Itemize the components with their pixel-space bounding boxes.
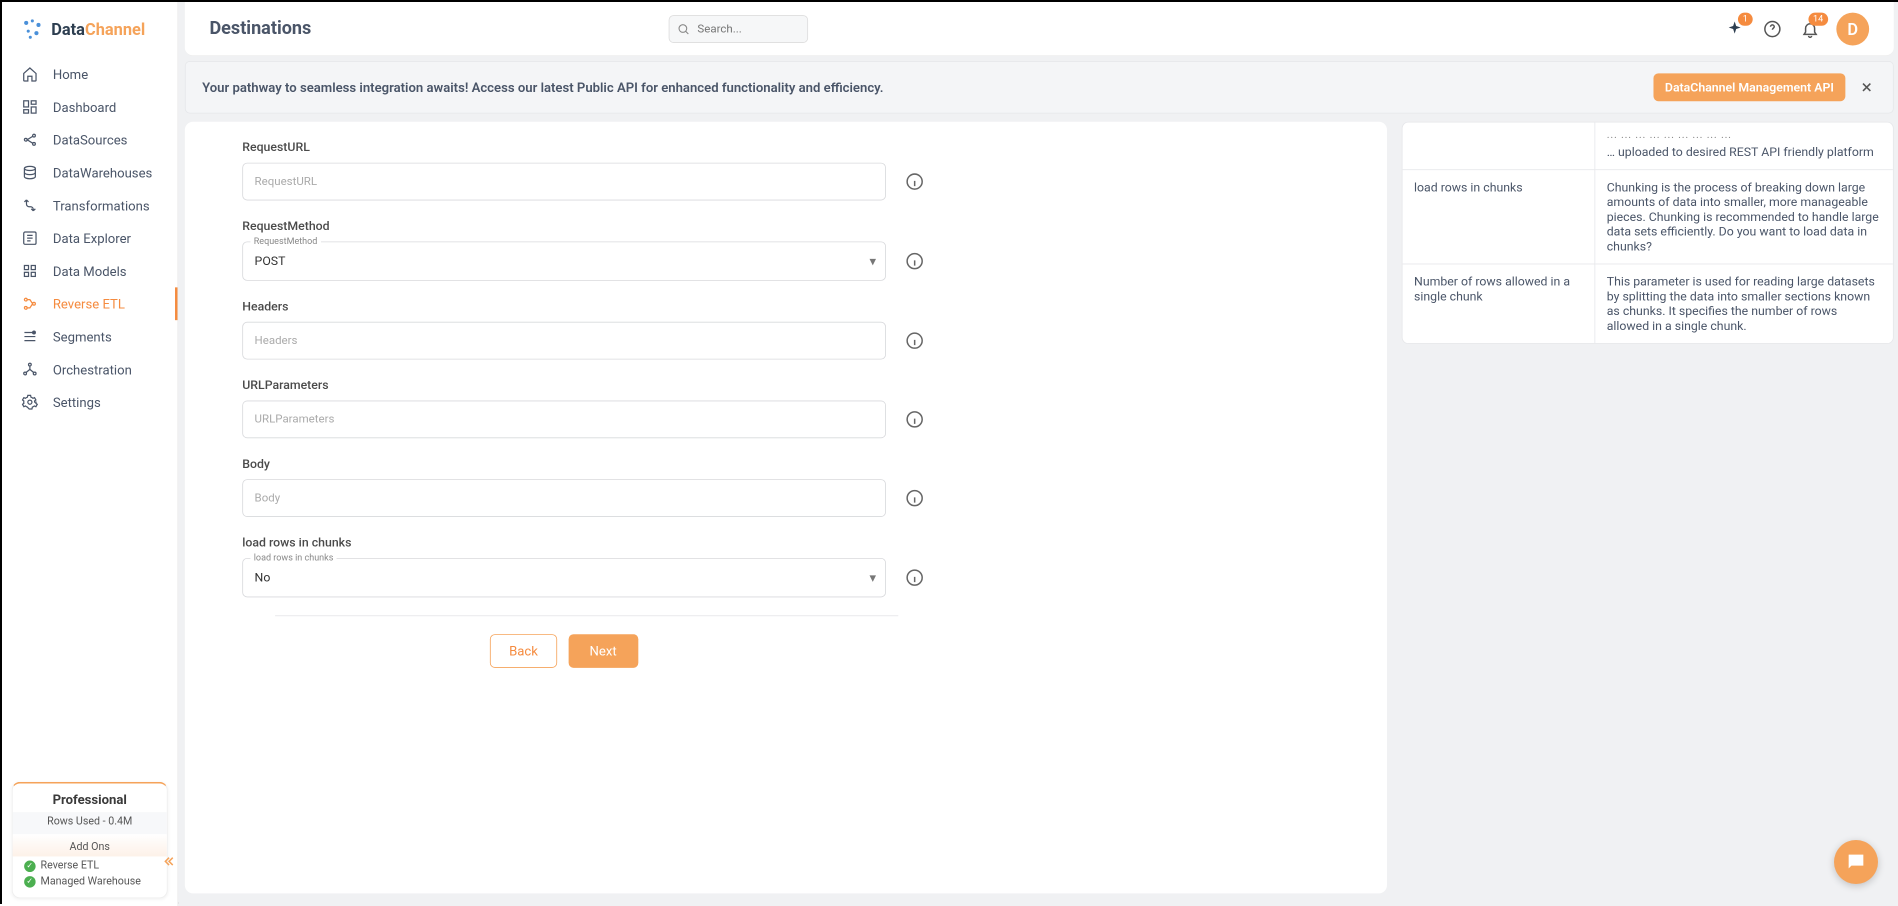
brand-logo[interactable]: DataChannel — [2, 2, 177, 51]
sidebar-item-segments[interactable]: Segments — [2, 320, 177, 353]
home-icon — [22, 66, 38, 82]
sidebar-item-reverse-etl[interactable]: Reverse ETL — [2, 287, 177, 320]
datasources-icon — [22, 132, 38, 148]
info-icon[interactable] — [906, 252, 924, 270]
notifications-badge: 14 — [1808, 12, 1828, 25]
nav-label: Orchestration — [53, 362, 132, 378]
main: Destinations 1 14 D Yo — [178, 2, 1898, 906]
help-row: load rows in chunksChunking is the proce… — [1403, 169, 1893, 263]
plan-rows-used: Rows Used - 0.4M — [13, 812, 167, 834]
notifications-button[interactable]: 14 — [1799, 17, 1822, 40]
info-icon[interactable] — [906, 410, 924, 428]
sidebar-nav: Home Dashboard DataSources DataWarehouses Tr… — [2, 51, 177, 778]
banner-text: Your pathway to seamless integration awa… — [202, 79, 883, 95]
nav-label: DataWarehouses — [53, 165, 152, 181]
help-key — [1403, 123, 1596, 170]
topbar: Destinations 1 14 D — [185, 2, 1894, 56]
help-value: This parameter is used for reading large… — [1595, 264, 1893, 344]
reverse-etl-icon — [22, 296, 38, 312]
plan-title: Professional — [13, 783, 167, 812]
url-parameters-input[interactable] — [242, 401, 886, 439]
request-method-field: RequestMethod RequestMethod POST ▾ — [242, 218, 1329, 280]
plan-addon-item: ✓Managed Warehouse — [24, 874, 155, 890]
check-icon: ✓ — [24, 876, 35, 887]
divider — [275, 615, 898, 616]
sidebar-item-orchestration[interactable]: Orchestration — [2, 353, 177, 386]
nav-label: Data Explorer — [53, 230, 131, 246]
request-url-field: RequestURL — [242, 140, 1329, 201]
orchestration-icon — [22, 361, 38, 377]
models-icon — [22, 263, 38, 279]
help-key: load rows in chunks — [1403, 169, 1596, 263]
nav-label: Segments — [53, 329, 112, 345]
segments-icon — [22, 328, 38, 344]
info-icon[interactable] — [906, 489, 924, 507]
sidebar-item-transformations[interactable]: Transformations — [2, 189, 177, 222]
info-icon[interactable] — [906, 569, 924, 587]
settings-icon — [22, 394, 38, 410]
banner-close-button[interactable] — [1857, 77, 1877, 97]
sidebar: DataChannel Home Dashboard DataSources Data… — [2, 2, 178, 906]
page-title: Destinations — [209, 18, 311, 39]
nav-label: Settings — [53, 394, 101, 410]
sidebar-item-datawarehouses[interactable]: DataWarehouses — [2, 156, 177, 189]
body-input[interactable] — [242, 479, 886, 517]
headers-field: Headers — [242, 299, 1329, 360]
help-value: Chunking is the process of breaking down… — [1595, 169, 1893, 263]
api-banner: Your pathway to seamless integration awa… — [185, 61, 1894, 113]
check-icon: ✓ — [24, 860, 35, 871]
url-parameters-field: URLParameters — [242, 378, 1329, 439]
search-field[interactable] — [669, 15, 808, 43]
logo-icon — [20, 17, 45, 42]
request-method-select[interactable]: POST — [242, 241, 886, 280]
sidebar-item-data-explorer[interactable]: Data Explorer — [2, 222, 177, 255]
load-chunks-field: load rows in chunks load rows in chunks … — [242, 535, 1329, 597]
help-panel: ··· ··· ··· ··· ··· ··· ··· ··· ···… upl… — [1402, 122, 1894, 894]
sidebar-item-settings[interactable]: Settings — [2, 386, 177, 419]
sidebar-item-dashboard[interactable]: Dashboard — [2, 91, 177, 124]
help-row: Number of rows allowed in a single chunk… — [1403, 264, 1893, 344]
form-panel: RequestURL RequestMethod RequestMethod P… — [185, 122, 1387, 894]
help-key: Number of rows allowed in a single chunk — [1403, 264, 1596, 344]
help-button[interactable] — [1761, 17, 1784, 40]
nav-label: Transformations — [53, 198, 150, 214]
banner-cta-button[interactable]: DataChannel Management API — [1653, 73, 1845, 101]
body-field: Body — [242, 456, 1329, 517]
help-row: ··· ··· ··· ··· ··· ··· ··· ··· ···… upl… — [1403, 123, 1893, 170]
dashboard-icon — [22, 99, 38, 115]
request-url-input[interactable] — [242, 163, 886, 201]
sparkle-badge: 1 — [1738, 12, 1753, 25]
logo-text: DataChannel — [51, 19, 145, 39]
plan-addons-header: Add Ons — [13, 834, 167, 856]
load-chunks-select[interactable]: No — [242, 558, 886, 597]
transform-icon — [22, 197, 38, 213]
warehouse-icon — [22, 164, 38, 180]
help-table: ··· ··· ··· ··· ··· ··· ··· ··· ···… upl… — [1402, 122, 1894, 344]
chat-fab[interactable] — [1834, 840, 1878, 884]
nav-label: DataSources — [53, 132, 128, 148]
search-icon — [677, 22, 690, 35]
sidebar-item-data-models[interactable]: Data Models — [2, 255, 177, 288]
sidebar-item-home[interactable]: Home — [2, 58, 177, 91]
nav-label: Data Models — [53, 263, 127, 279]
nav-label: Dashboard — [53, 99, 116, 115]
nav-label: Reverse ETL — [53, 296, 125, 312]
nav-label: Home — [53, 66, 88, 82]
headers-input[interactable] — [242, 322, 886, 360]
ai-sparkle-button[interactable]: 1 — [1723, 17, 1746, 40]
info-icon[interactable] — [906, 173, 924, 191]
explorer-icon — [22, 230, 38, 246]
sidebar-item-datasources[interactable]: DataSources — [2, 123, 177, 156]
plan-addon-item: ✓Reverse ETL — [24, 858, 155, 874]
back-button[interactable]: Back — [490, 634, 557, 668]
next-button[interactable]: Next — [568, 634, 638, 668]
help-value: ··· ··· ··· ··· ··· ··· ··· ··· ···… upl… — [1595, 123, 1893, 170]
info-icon[interactable] — [906, 332, 924, 350]
user-avatar[interactable]: D — [1836, 12, 1869, 45]
sidebar-collapse-button[interactable] — [158, 851, 179, 872]
plan-card: Professional Rows Used - 0.4M Add Ons ✓R… — [12, 782, 168, 898]
